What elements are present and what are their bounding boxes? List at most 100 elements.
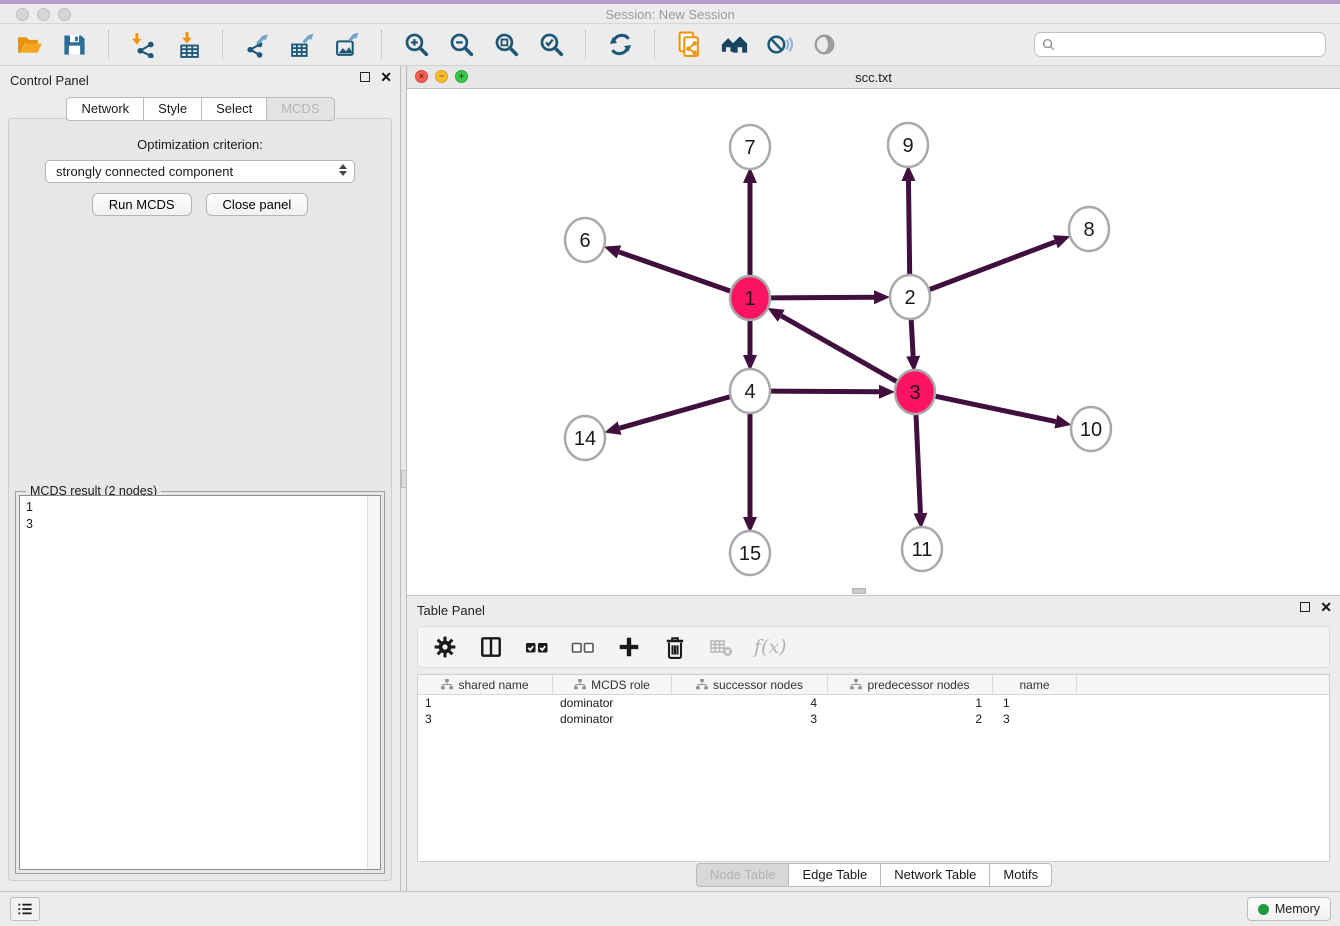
canvas-scrollbar-handle[interactable] xyxy=(852,588,866,594)
float-panel-icon[interactable] xyxy=(360,72,370,82)
titlebar-accent xyxy=(0,0,1340,4)
mcds-result-area[interactable]: 1 3 xyxy=(19,495,381,870)
cell-name[interactable]: 3 xyxy=(993,712,1077,726)
table-toolbar: f(x) xyxy=(417,626,1330,668)
memory-button[interactable]: Memory xyxy=(1247,897,1331,921)
deselect-all-icon[interactable] xyxy=(570,634,596,660)
window-title: Session: New Session xyxy=(0,7,1340,22)
tab-style[interactable]: Style xyxy=(143,97,202,121)
export-image-icon[interactable] xyxy=(332,30,362,60)
open-session-icon[interactable] xyxy=(14,30,44,60)
show-details-icon[interactable] xyxy=(809,30,839,60)
graph-edge-1-6[interactable] xyxy=(619,252,731,291)
tab-motifs[interactable]: Motifs xyxy=(989,863,1052,887)
run-mcds-button[interactable]: Run MCDS xyxy=(92,193,192,216)
column-header-shared-name[interactable]: shared name xyxy=(418,675,553,694)
first-neighbors-icon[interactable] xyxy=(674,30,704,60)
export-network-icon[interactable] xyxy=(242,30,272,60)
network-graph[interactable]: 7 9 6 8 1 2 4 3 14 10 15 11 xyxy=(407,89,1340,595)
graph-node-3[interactable]: 3 xyxy=(895,370,935,414)
network-window-titlebar: × − + scc.txt xyxy=(407,66,1340,89)
selected-criterion: strongly connected component xyxy=(56,164,233,179)
cell-predecessor-nodes[interactable]: 1 xyxy=(828,696,993,710)
column-header-name[interactable]: name xyxy=(993,675,1077,694)
hide-details-icon[interactable] xyxy=(764,30,794,60)
graph-edge-2-8[interactable] xyxy=(929,242,1056,290)
graph-node-8[interactable]: 8 xyxy=(1069,207,1109,251)
select-all-icon[interactable] xyxy=(524,634,550,660)
save-session-icon[interactable] xyxy=(59,30,89,60)
cell-successor-nodes[interactable]: 3 xyxy=(672,712,828,726)
cell-predecessor-nodes[interactable]: 2 xyxy=(828,712,993,726)
graph-node-9[interactable]: 9 xyxy=(888,123,928,167)
graph-edge-2-9[interactable] xyxy=(908,181,909,277)
graph-edge-3-11[interactable] xyxy=(916,412,921,513)
home-icon[interactable] xyxy=(719,30,749,60)
close-panel-icon[interactable]: ✕ xyxy=(380,72,392,82)
graph-node-6[interactable]: 6 xyxy=(565,218,605,262)
graph-node-11[interactable]: 11 xyxy=(902,527,942,571)
zoom-fit-icon[interactable] xyxy=(491,30,521,60)
column-header-successor-nodes[interactable]: successor nodes xyxy=(672,675,828,694)
zoom-out-icon[interactable] xyxy=(446,30,476,60)
graph-edge-4-14[interactable] xyxy=(620,396,731,428)
cell-name[interactable]: 1 xyxy=(993,696,1077,710)
tab-node-table[interactable]: Node Table xyxy=(696,863,790,887)
column-header-filler xyxy=(1077,675,1329,694)
search-input[interactable] xyxy=(1060,37,1319,52)
svg-text:14: 14 xyxy=(574,428,596,450)
network-canvas[interactable]: 7 9 6 8 1 2 4 3 14 10 15 11 xyxy=(407,89,1340,595)
column-header-mcds-role[interactable]: MCDS role xyxy=(553,675,672,694)
zoom-selected-icon[interactable] xyxy=(536,30,566,60)
float-table-panel-icon[interactable] xyxy=(1300,602,1310,612)
task-history-button[interactable] xyxy=(10,897,40,921)
optimization-criterion-select[interactable]: strongly connected component xyxy=(45,160,355,183)
control-panel-title: Control Panel xyxy=(10,73,89,88)
tab-network[interactable]: Network xyxy=(66,97,144,121)
mcds-result-line: 3 xyxy=(26,516,374,533)
cell-mcds-role[interactable]: dominator xyxy=(553,712,672,726)
result-scrollbar[interactable] xyxy=(367,496,380,869)
network-view-window: × − + scc.txt 7 9 6 8 1 2 4 3 14 10 15 11 xyxy=(407,66,1340,595)
graph-node-15[interactable]: 15 xyxy=(730,531,770,575)
graph-node-14[interactable]: 14 xyxy=(565,416,605,460)
svg-text:2: 2 xyxy=(904,287,915,309)
search-icon xyxy=(1041,37,1056,52)
import-table-icon[interactable] xyxy=(173,30,203,60)
svg-text:3: 3 xyxy=(909,382,920,404)
toolbar-separator xyxy=(654,30,655,60)
cell-shared-name[interactable]: 3 xyxy=(418,712,553,726)
export-table-icon[interactable] xyxy=(287,30,317,60)
tab-select[interactable]: Select xyxy=(201,97,267,121)
graph-edge-3-1[interactable] xyxy=(781,316,897,382)
columns-icon[interactable] xyxy=(478,634,504,660)
table-row[interactable]: 1 dominator 4 1 1 xyxy=(418,695,1329,711)
graph-node-1[interactable]: 1 xyxy=(730,276,770,320)
graph-node-7[interactable]: 7 xyxy=(730,125,770,169)
toolbar-separator xyxy=(222,30,223,60)
cell-mcds-role[interactable]: dominator xyxy=(553,696,672,710)
tab-mcds[interactable]: MCDS xyxy=(266,97,334,121)
graph-edge-1-2[interactable] xyxy=(770,297,874,298)
zoom-in-icon[interactable] xyxy=(401,30,431,60)
delete-column-icon[interactable] xyxy=(662,634,688,660)
tab-edge-table[interactable]: Edge Table xyxy=(788,863,881,887)
graph-edge-3-10[interactable] xyxy=(935,396,1056,421)
svg-text:9: 9 xyxy=(902,135,913,157)
add-column-icon[interactable] xyxy=(616,634,642,660)
graph-node-10[interactable]: 10 xyxy=(1071,407,1111,451)
cell-successor-nodes[interactable]: 4 xyxy=(672,696,828,710)
column-header-predecessor-nodes[interactable]: predecessor nodes xyxy=(828,675,993,694)
close-table-panel-icon[interactable]: ✕ xyxy=(1320,602,1332,612)
graph-edge-2-3[interactable] xyxy=(911,317,913,356)
graph-node-2[interactable]: 2 xyxy=(890,275,930,319)
refresh-icon[interactable] xyxy=(605,30,635,60)
gear-icon[interactable] xyxy=(432,634,458,660)
tab-network-table[interactable]: Network Table xyxy=(880,863,990,887)
table-row[interactable]: 3 dominator 3 2 3 xyxy=(418,711,1329,727)
import-network-icon[interactable] xyxy=(128,30,158,60)
graph-edge-4-3[interactable] xyxy=(770,391,879,392)
cell-shared-name[interactable]: 1 xyxy=(418,696,553,710)
close-panel-button[interactable]: Close panel xyxy=(206,193,309,216)
graph-node-4[interactable]: 4 xyxy=(730,369,770,413)
